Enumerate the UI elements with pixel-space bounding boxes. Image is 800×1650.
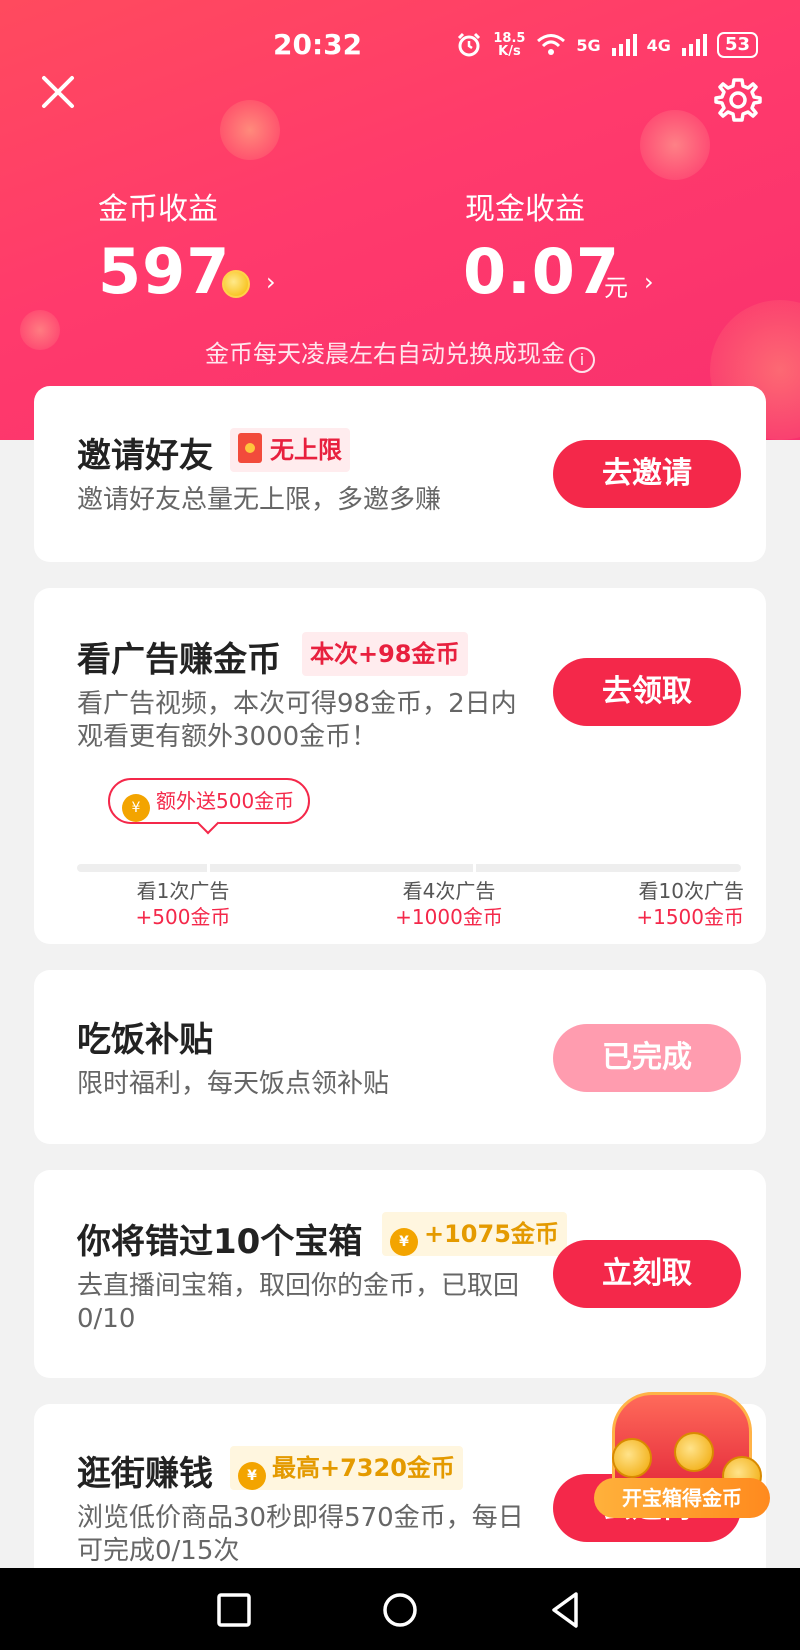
bonus-bubble: ¥ 额外送500金币 — [108, 778, 311, 824]
milestone: 看1次广告 +500金币 — [108, 878, 258, 930]
invite-button[interactable]: 去邀请 — [553, 440, 741, 508]
coin-icon: ¥ — [122, 794, 150, 822]
info-icon[interactable]: i — [569, 347, 595, 373]
net-speed: 18.5 K/s — [493, 31, 526, 59]
milestone-label: 看1次广告 — [136, 879, 230, 903]
status-icons: 18.5 K/s 5G 4G 53 — [456, 32, 758, 58]
task-card-invite: 邀请好友 无上限 邀请好友总量无上限，多邀多赚 去邀请 — [34, 386, 766, 562]
task-title: 你将错过10个宝箱 — [77, 1222, 363, 1262]
signal-4g: 4G — [646, 35, 671, 55]
back-icon[interactable] — [544, 1588, 588, 1632]
task-title: 看广告赚金币 — [77, 640, 281, 680]
bonus-bubble-text: 额外送500金币 — [156, 789, 295, 813]
coin-icon — [612, 1438, 652, 1478]
treasure-chest-label: 开宝箱得金币 — [594, 1478, 770, 1518]
status-time: 20:32 — [273, 28, 363, 61]
coin-icon: ¥ — [390, 1228, 418, 1256]
task-badge: ¥ +1075金币 — [382, 1212, 567, 1256]
cash-earnings-value[interactable]: 0.07 — [463, 235, 620, 308]
task-badge: ¥ 最高+7320金币 — [230, 1446, 463, 1490]
completed-button[interactable]: 已完成 — [553, 1024, 741, 1092]
chevron-right-icon[interactable]: › — [266, 268, 276, 296]
alarm-icon — [458, 32, 481, 57]
exchange-note: 金币每天凌晨左右自动兑换成现金 i — [0, 334, 800, 373]
claim-now-button[interactable]: 立刻取 — [553, 1240, 741, 1308]
ad-progress-bar — [77, 862, 741, 874]
task-desc: 去直播间宝箱，取回你的金币，已取回 0/10 — [77, 1271, 520, 1334]
close-icon[interactable] — [38, 72, 78, 112]
task-badge-text: +1075金币 — [424, 1220, 559, 1248]
coin-icon — [222, 270, 250, 298]
decor-coin-blur — [220, 100, 280, 160]
wifi-icon — [537, 34, 566, 55]
task-title: 邀请好友 — [77, 436, 213, 476]
coin-icon — [674, 1432, 714, 1472]
cash-earnings-label: 现金收益 — [465, 192, 585, 227]
milestone: 看10次广告 +1500金币 — [594, 878, 744, 930]
task-badge: 本次+98金币 — [302, 632, 468, 676]
task-title: 逛街赚钱 — [77, 1454, 213, 1494]
gear-icon[interactable] — [714, 76, 762, 124]
floating-treasure-chest[interactable]: 开宝箱得金币 — [594, 1372, 770, 1518]
coin-icon: ¥ — [238, 1462, 266, 1490]
task-badge-text: 最高+7320金币 — [272, 1454, 455, 1482]
milestone-label: 看4次广告 — [402, 879, 496, 903]
signal-5g: 5G — [576, 35, 601, 55]
milestone-label: 看10次广告 — [638, 879, 744, 903]
task-card-treasure: 你将错过10个宝箱 ¥ +1075金币 去直播间宝箱，取回你的金币，已取回 0/1… — [34, 1170, 766, 1378]
task-badge-text: 无上限 — [270, 436, 342, 464]
milestone-reward: +1000金币 — [395, 905, 503, 929]
task-desc: 限时福利，每天饭点领补贴 — [77, 1069, 390, 1099]
signal-bars-icon — [611, 34, 637, 56]
claim-ad-button[interactable]: 去领取 — [553, 658, 741, 726]
progress-tick — [207, 862, 210, 874]
home-icon[interactable] — [378, 1588, 422, 1632]
milestone-reward: +1500金币 — [636, 905, 744, 929]
task-card-meal: 吃饭补贴 限时福利，每天饭点领补贴 已完成 — [34, 970, 766, 1144]
status-bar: 20:32 18.5 K/s 5G 4G 53 — [0, 28, 800, 68]
task-desc: 邀请好友总量无上限，多邀多赚 — [77, 485, 442, 515]
chevron-right-icon[interactable]: › — [644, 268, 654, 296]
milestone-reward: +500金币 — [135, 905, 231, 929]
milestone: 看4次广告 +1000金币 — [374, 878, 524, 930]
task-card-ads: 看广告赚金币 本次+98金币 看广告视频，本次可得98金币，2日内观看更有额外3… — [34, 588, 766, 944]
progress-tick — [473, 862, 476, 874]
task-desc: 浏览低价商品30秒即得570金币，每日可完成0/15次 — [77, 1503, 524, 1566]
system-nav-bar — [0, 1568, 800, 1650]
task-desc: 看广告视频，本次可得98金币，2日内观看更有额外3000金币！ — [77, 689, 517, 752]
red-packet-icon — [238, 433, 262, 463]
signal-bars-icon — [681, 34, 707, 56]
cash-unit: 元 — [604, 274, 628, 302]
coin-earnings-value[interactable]: 597 — [98, 235, 230, 308]
task-badge: 无上限 — [230, 428, 350, 472]
recent-apps-icon[interactable] — [212, 1588, 256, 1632]
battery-indicator: 53 — [716, 32, 758, 58]
coin-earnings-label: 金币收益 — [98, 192, 218, 227]
decor-coin-blur — [640, 110, 710, 180]
exchange-note-text: 金币每天凌晨左右自动兑换成现金 — [205, 340, 565, 368]
task-title: 吃饭补贴 — [77, 1020, 213, 1060]
